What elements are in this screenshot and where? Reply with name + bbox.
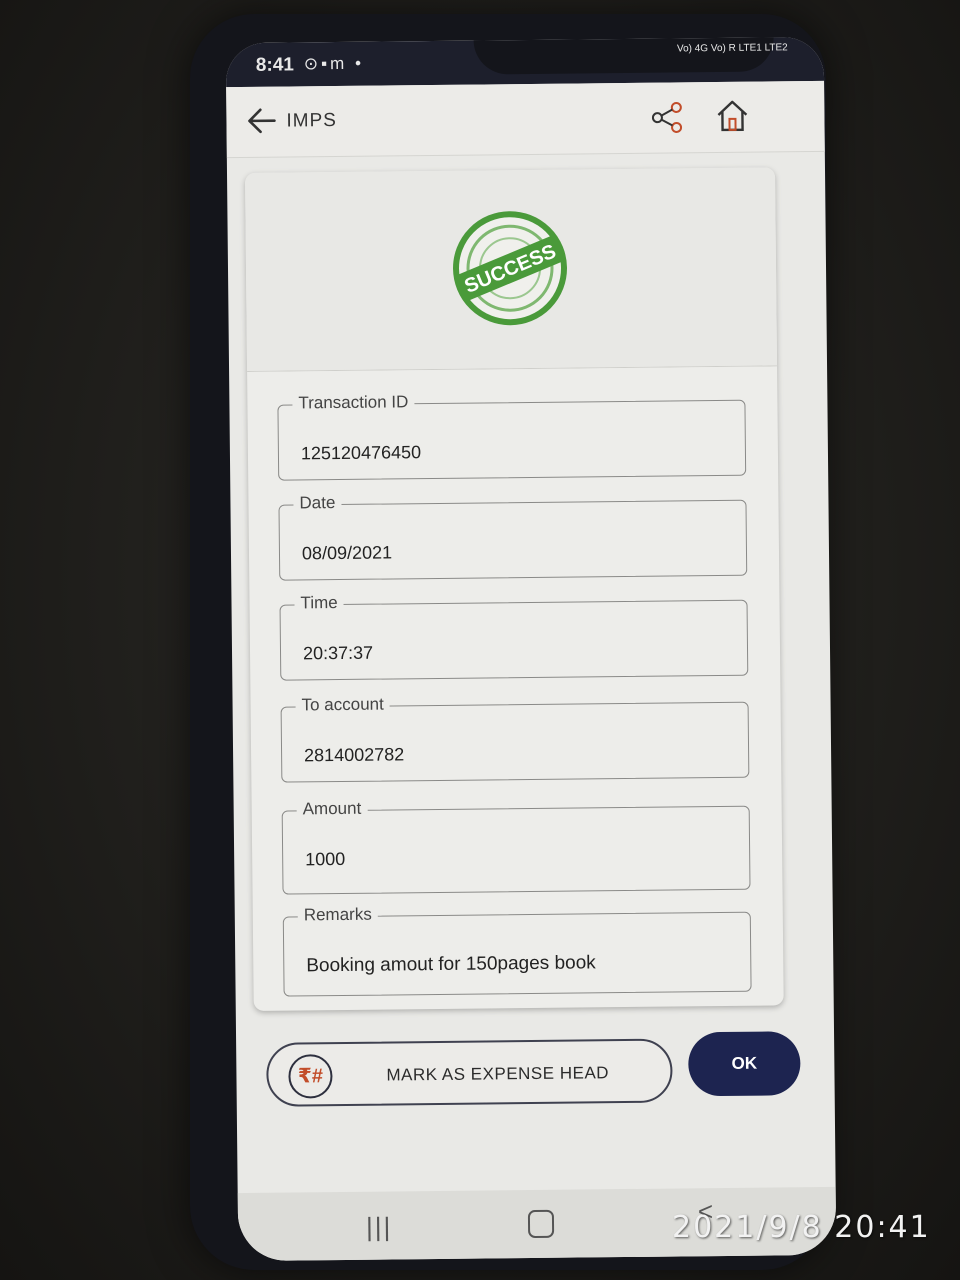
transaction-card: SUCCESS Transaction ID 125120476450 Date… [244, 167, 784, 1011]
field-label: Time [294, 592, 344, 614]
photo-timestamp: 2021/9/8 20:41 [672, 1210, 931, 1245]
home-button-icon[interactable] [527, 1209, 555, 1239]
field-label: Transaction ID [292, 392, 415, 414]
field-value: Booking amout for 150pages book [306, 952, 596, 977]
share-icon[interactable] [650, 100, 684, 134]
recent-apps-icon[interactable]: ||| [366, 1211, 393, 1242]
field-value: 1000 [305, 848, 346, 870]
field-transaction-id: Transaction ID 125120476450 [277, 392, 747, 481]
field-label: Remarks [297, 904, 378, 926]
field-amount: Amount 1000 [281, 798, 751, 895]
field-label: Amount [296, 798, 368, 820]
field-label: To account [295, 694, 390, 716]
field-value: 20:37:37 [302, 642, 374, 664]
app-bar: IMPS [226, 80, 825, 159]
field-value: 08/09/2021 [301, 542, 393, 564]
field-label: Date [293, 492, 342, 514]
field-date: Date 08/09/2021 [278, 492, 748, 581]
field-time: Time 20:37:37 [279, 592, 749, 681]
field-to-account: To account 2814002782 [280, 694, 750, 783]
ok-button[interactable]: OK [688, 1031, 801, 1097]
phone-screen: 8:41 ⊙▪m • Vo) 4G Vo) R LTE1 LTE2 IMPS S… [225, 36, 837, 1262]
home-icon[interactable] [714, 98, 750, 134]
success-stamp-icon: SUCCESS [453, 211, 568, 326]
status-header: SUCCESS [244, 167, 778, 372]
rupee-tag-icon: ₹# [288, 1054, 333, 1099]
expense-button-label: MARK AS EXPENSE HEAD [386, 1063, 610, 1085]
signal-indicators: Vo) 4G Vo) R LTE1 LTE2 [676, 42, 788, 55]
status-time: 8:41 [255, 54, 295, 76]
field-remarks: Remarks Booking amout for 150pages book [282, 904, 752, 997]
mark-as-expense-head-button[interactable]: ₹# MARK AS EXPENSE HEAD [266, 1038, 673, 1107]
notification-icons: ⊙▪m • [303, 53, 365, 74]
field-value: 125120476450 [300, 442, 422, 464]
back-arrow-icon[interactable] [246, 107, 276, 135]
status-bar: 8:41 ⊙▪m • Vo) 4G Vo) R LTE1 LTE2 [225, 36, 825, 88]
field-value: 2814002782 [303, 744, 405, 766]
action-bar: ₹# MARK AS EXPENSE HEAD OK [236, 1017, 836, 1173]
page-title: IMPS [286, 110, 338, 132]
